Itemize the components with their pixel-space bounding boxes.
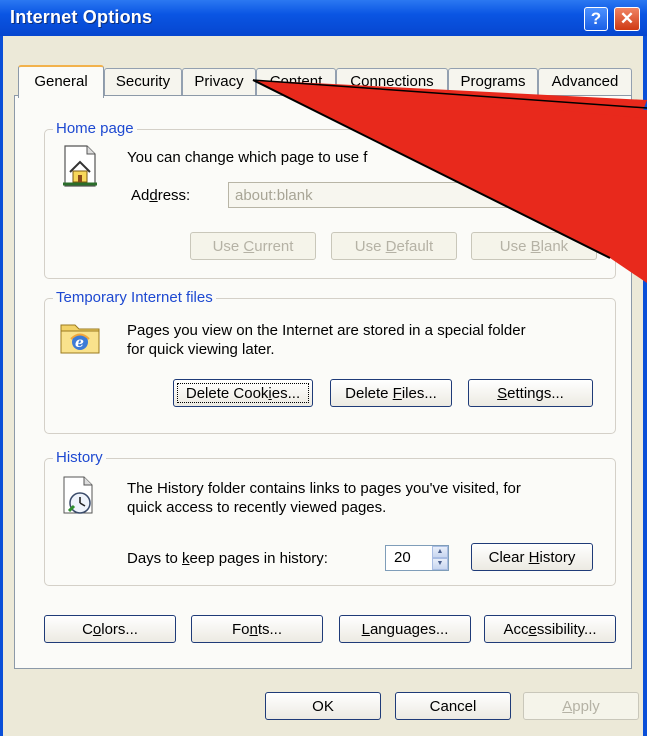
address-label: Address:: [131, 187, 191, 204]
close-button[interactable]: ✕: [614, 7, 640, 31]
tab-general[interactable]: General: [18, 65, 104, 98]
history-description-line1: The History folder contains links to pag…: [127, 480, 521, 497]
apply-button[interactable]: Apply: [523, 692, 639, 720]
fonts-button[interactable]: Fonts...: [191, 615, 323, 643]
tab-programs[interactable]: Programs: [448, 68, 538, 95]
history-clock-icon: [63, 476, 93, 514]
address-input[interactable]: about:blank: [228, 182, 588, 208]
temp-files-group-label: Temporary Internet files: [53, 289, 216, 307]
ok-button[interactable]: OK: [265, 692, 381, 720]
cancel-button[interactable]: Cancel: [395, 692, 511, 720]
tab-security[interactable]: Security: [104, 68, 182, 95]
tab-privacy[interactable]: Privacy: [182, 68, 256, 95]
delete-files-button[interactable]: Delete Files...: [330, 379, 452, 407]
help-button[interactable]: ?: [584, 7, 608, 31]
use-default-button[interactable]: Use Default: [331, 232, 457, 260]
languages-button[interactable]: Languages...: [339, 615, 471, 643]
history-group-label: History: [53, 449, 106, 467]
home-page-group: Home page You can change which page to u…: [44, 120, 616, 279]
days-to-keep-label: Days to keep pages in history:: [127, 550, 328, 567]
days-up-button[interactable]: ▲: [432, 546, 448, 558]
home-page-group-label: Home page: [53, 120, 137, 138]
svg-text:e: e: [75, 335, 84, 351]
clear-history-button[interactable]: Clear History: [471, 543, 593, 571]
temp-files-description-line1: Pages you view on the Internet are store…: [127, 322, 526, 339]
tab-advanced[interactable]: Advanced: [538, 68, 632, 95]
home-page-icon: [63, 145, 97, 187]
settings-button[interactable]: Settings...: [468, 379, 593, 407]
home-page-description: You can change which page to use f: [127, 149, 368, 166]
tab-connections[interactable]: Connections: [336, 68, 448, 95]
temporary-internet-files-group: Temporary Internet files e Pages you vie…: [44, 289, 616, 434]
use-blank-button[interactable]: Use Blank: [471, 232, 597, 260]
days-down-button[interactable]: ▼: [432, 558, 448, 570]
history-description-line2: quick access to recently viewed pages.: [127, 499, 387, 516]
history-group: History The History folder contains link…: [44, 449, 616, 586]
use-current-button[interactable]: Use Current: [190, 232, 316, 260]
ie-folder-icon: e: [60, 324, 100, 354]
title-bar[interactable]: Internet Options ? ✕: [0, 0, 647, 36]
temp-files-description-line2: for quick viewing later.: [127, 341, 275, 358]
accessibility-button[interactable]: Accessibility...: [484, 615, 616, 643]
delete-cookies-button[interactable]: Delete Cookies...: [173, 379, 313, 407]
tab-content[interactable]: Content: [256, 68, 336, 95]
window-title: Internet Options: [10, 7, 153, 27]
colors-button[interactable]: Colors...: [44, 615, 176, 643]
general-tab-panel: Home page You can change which page to u…: [14, 95, 632, 669]
